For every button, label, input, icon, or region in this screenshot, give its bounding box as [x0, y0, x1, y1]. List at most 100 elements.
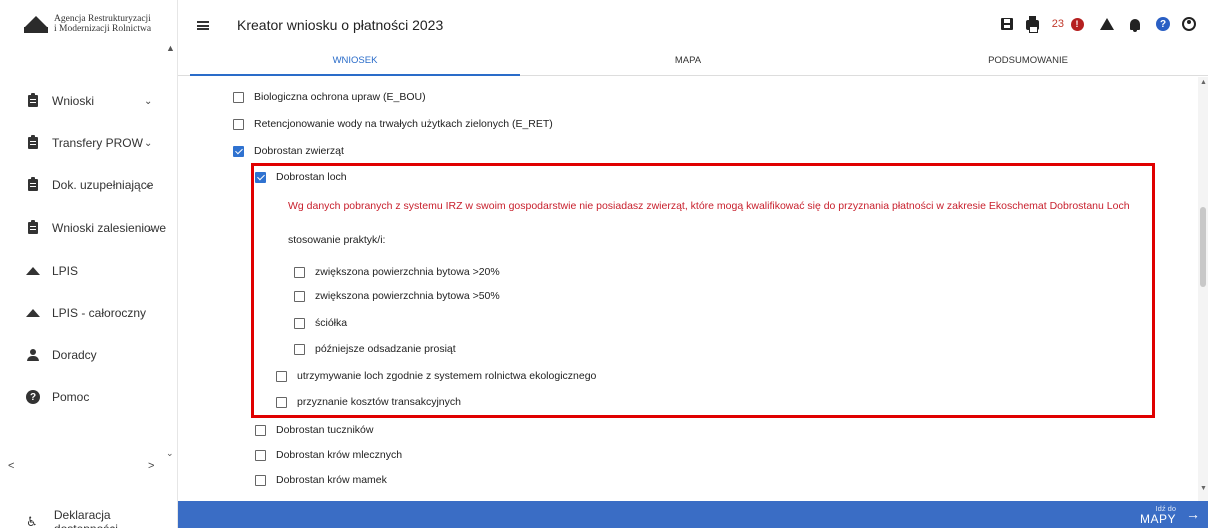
practices-label: stosowanie praktyk/i:	[288, 234, 386, 246]
option-label: zwiększona powierzchnia bytowa >50%	[315, 290, 500, 302]
option-label: Dobrostan tuczników	[276, 424, 374, 436]
scroll-down-icon[interactable]: ▼	[1200, 485, 1207, 492]
option-dobrostan-krow-mlecznych[interactable]: Dobrostan krów mlecznych	[255, 447, 402, 463]
logo-line-2: i Modernizacji Rolnictwa	[54, 24, 152, 34]
option-rolnictwo-ekologiczne[interactable]: utrzymywanie loch zgodnie z systemem rol…	[276, 368, 596, 384]
account-button[interactable]	[1178, 15, 1200, 33]
option-label: Retencjonowanie wody na trwałych użytkac…	[254, 118, 553, 130]
option-label: późniejsze odsadzanie prosiąt	[315, 343, 456, 355]
print-button[interactable]	[1022, 15, 1044, 33]
sidebar-item-label: Transfery PROW	[52, 136, 143, 150]
clipboard-icon	[26, 220, 40, 234]
mountain-icon	[26, 309, 40, 317]
checkbox[interactable]	[294, 290, 305, 302]
checkbox[interactable]	[255, 474, 266, 486]
sidebar-item-lpis-caloroczny[interactable]: LPIS - całoroczny	[26, 303, 146, 323]
option-koszty-transakcyjne[interactable]: przyznanie kosztów transakcyjnych	[276, 394, 461, 410]
option-label: Dobrostan krów mlecznych	[276, 449, 403, 461]
sidebar-scroll-up-icon[interactable]: ▲	[166, 43, 175, 53]
checkbox[interactable]	[276, 396, 287, 408]
practice-odsadzanie[interactable]: późniejsze odsadzanie prosiąt	[294, 341, 456, 357]
chevron-down-icon: ⌄	[144, 137, 153, 149]
user-icon	[1182, 17, 1196, 31]
print-icon	[1026, 16, 1040, 33]
sidebar-item-label: Doradcy	[52, 348, 97, 362]
page-title: Kreator wniosku o płatności 2023	[237, 17, 444, 33]
tab-mapa[interactable]: MAPA	[523, 52, 853, 76]
option-dobrostan-loch[interactable]: Dobrostan loch	[255, 169, 347, 185]
checkbox[interactable]	[233, 91, 244, 103]
option-e-bou[interactable]: Biologiczna ochrona upraw (E_BOU)	[233, 89, 426, 105]
sidebar: Agencja Restrukturyzacji i Modernizacji …	[0, 0, 178, 528]
clipboard-icon	[26, 93, 40, 107]
sidebar-scroll-down-icon[interactable]: ⌄	[166, 448, 174, 459]
sidebar-item-label: Wnioski	[52, 94, 95, 108]
scroll-up-icon[interactable]: ▲	[1200, 79, 1207, 86]
goto-big-label: MAPY	[1139, 512, 1176, 526]
option-dobrostan-tucznikow[interactable]: Dobrostan tuczników	[255, 422, 373, 438]
help-button[interactable]: ?	[1152, 15, 1174, 33]
accessibility-declaration-link[interactable]: ♿ Deklaracja dostępności	[26, 508, 177, 528]
chevron-down-icon: ⌄	[144, 95, 153, 107]
scroll-right-icon[interactable]: >	[148, 460, 154, 472]
sidebar-item-label: Pomoc	[52, 390, 90, 404]
clipboard-icon	[26, 177, 40, 191]
scroll-left-icon[interactable]: <	[8, 460, 14, 472]
checkbox[interactable]	[294, 343, 305, 355]
save-button[interactable]	[996, 15, 1018, 33]
errors-button[interactable]: !	[1066, 15, 1088, 33]
checkbox[interactable]	[276, 370, 287, 382]
chevron-down-icon: ⌄	[146, 222, 155, 234]
sidebar-item-transfery-prow[interactable]: Transfery PROW ⌄	[26, 133, 152, 153]
option-dobrostan-krow-mamek[interactable]: Dobrostan krów mamek	[255, 472, 387, 488]
checkbox[interactable]	[294, 317, 305, 329]
sidebar-item-label: Dok. uzupełniające	[52, 178, 154, 192]
option-label: przyznanie kosztów transakcyjnych	[297, 396, 461, 408]
option-dobrostan-zwierzat[interactable]: Dobrostan zwierząt	[233, 143, 344, 159]
footer-bar: Idź do MAPY →	[178, 501, 1208, 528]
checkbox[interactable]	[294, 266, 305, 278]
option-label: Biologiczna ochrona upraw (E_BOU)	[254, 91, 426, 103]
form-content: Biologiczna ochrona upraw (E_BOU) Retenc…	[178, 77, 1198, 501]
option-label: Dobrostan loch	[276, 171, 347, 183]
help-icon: ?	[26, 390, 40, 404]
arimr-logo: Agencja Restrukturyzacji i Modernizacji …	[24, 14, 151, 34]
practice-area-20[interactable]: zwiększona powierzchnia bytowa >20%	[294, 264, 500, 280]
practice-sciolka[interactable]: ściółka	[294, 315, 347, 331]
practice-area-50[interactable]: zwiększona powierzchnia bytowa >50%	[294, 288, 500, 304]
checkbox-checked[interactable]	[255, 171, 266, 183]
question-icon: ?	[1156, 17, 1170, 31]
goto-map-button[interactable]: Idź do MAPY →	[1139, 504, 1200, 526]
option-label: ściółka	[315, 317, 348, 329]
arimr-logo-icon	[24, 16, 48, 34]
notifications-button[interactable]	[1124, 15, 1146, 33]
app-header: Kreator wniosku o płatności 2023 23 ! ? …	[178, 0, 1208, 76]
option-label: Dobrostan zwierząt	[254, 145, 344, 157]
error-icon: !	[1070, 17, 1084, 31]
mountain-icon	[26, 267, 40, 275]
warnings-button[interactable]	[1096, 15, 1118, 33]
checkbox[interactable]	[255, 449, 266, 461]
sidebar-item-label: LPIS - całoroczny	[52, 306, 147, 320]
sidebar-item-doradcy[interactable]: Doradcy	[26, 345, 97, 365]
tab-wniosek[interactable]: WNIOSEK	[190, 52, 520, 76]
scrollbar-thumb[interactable]	[1200, 207, 1206, 287]
option-e-ret[interactable]: Retencjonowanie wody na trwałych użytkac…	[233, 116, 553, 132]
header-toolbar: 23 ! ?	[992, 15, 1200, 33]
sidebar-item-wnioski-zalesieniowe[interactable]: Wnioski zalesieniowe ⌄	[26, 218, 166, 238]
checkbox[interactable]	[255, 424, 266, 436]
sidebar-item-wnioski[interactable]: Wnioski ⌄	[26, 91, 152, 111]
tab-podsumowanie[interactable]: PODSUMOWANIE	[858, 52, 1198, 76]
checkbox-checked[interactable]	[233, 145, 244, 157]
checkbox[interactable]	[233, 118, 244, 130]
content-vertical-scrollbar[interactable]: ▲ ▼	[1198, 77, 1208, 501]
sidebar-item-pomoc[interactable]: ? Pomoc	[26, 387, 89, 407]
sidebar-item-dok-uzupelniajace[interactable]: Dok. uzupełniające ⌄	[26, 175, 153, 195]
sidebar-item-lpis[interactable]: LPIS	[26, 261, 78, 281]
tab-bar: WNIOSEK MAPA PODSUMOWANIE	[178, 52, 1208, 76]
error-count[interactable]: 23	[1052, 18, 1064, 30]
menu-icon[interactable]	[197, 21, 209, 30]
irz-warning-message: Wg danych pobranych z systemu IRZ w swoi…	[288, 200, 1130, 212]
sidebar-horizontal-scrollbar[interactable]: < >	[0, 460, 178, 474]
arrow-right-icon: →	[1186, 506, 1200, 522]
